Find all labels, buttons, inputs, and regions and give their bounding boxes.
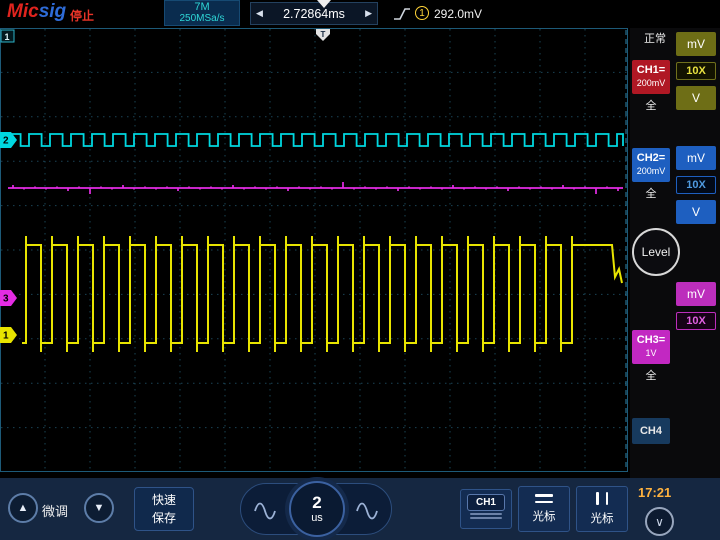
ch2-channel-button[interactable]: CH2= 200mV — [632, 148, 670, 182]
ch2-trace — [8, 134, 623, 146]
top-status-bar: Micsig 停止 7M 250MSa/s ◀ 2.72864ms ▶ 1 29… — [0, 0, 720, 28]
ch2-name: CH2= — [637, 152, 665, 165]
trigger-delay-value: 2.72864ms — [283, 7, 345, 21]
graticule — [1, 29, 627, 471]
expand-menu-button[interactable]: ∨ — [645, 507, 674, 536]
delay-left-arrow-icon[interactable]: ◀ — [256, 8, 263, 19]
channel-select-label: CH1 — [467, 494, 505, 511]
ch3-probe-button[interactable]: 10X — [676, 312, 716, 330]
quick-save-label-1: 快速 — [152, 491, 176, 509]
sample-info-button[interactable]: 7M 250MSa/s — [164, 0, 240, 26]
ch3-name: CH3= — [637, 334, 665, 347]
ch3-scale: 1V — [645, 347, 656, 360]
acquisition-status: 停止 — [70, 7, 94, 24]
ch3-channel-button[interactable]: CH3= 1V — [632, 330, 670, 364]
adjust-down-button[interactable]: ▼ — [84, 493, 114, 523]
timebase-unit: us — [311, 512, 323, 524]
ch2-bandwidth-label: 全 — [632, 186, 670, 200]
clock: 17:21 — [638, 485, 671, 500]
timebase-dial[interactable]: 2 us — [289, 481, 345, 537]
sample-rate-value: 250MSa/s — [179, 13, 224, 25]
vertical-cursor-button[interactable]: 光标 — [576, 486, 628, 532]
ch3-bandwidth-label: 全 — [632, 368, 670, 382]
vertical-cursors-icon — [596, 492, 608, 505]
channel-ground-marker-label: 2 — [3, 136, 9, 147]
ch2-volt-button[interactable]: V — [676, 200, 716, 224]
ch1-unit-button[interactable]: mV — [676, 32, 716, 56]
quick-save-label-2: 保存 — [152, 509, 176, 527]
trigger-position-marker-icon[interactable] — [317, 0, 331, 8]
channel-ground-marker-label: 1 — [3, 331, 9, 342]
quick-save-button[interactable]: 快速 保存 — [134, 487, 194, 531]
trigger-slope-icon — [392, 5, 412, 23]
ch1-channel-button[interactable]: CH1= 200mV — [632, 60, 670, 94]
trigger-level-value[interactable]: 292.0mV — [434, 7, 482, 21]
trigger-level-button[interactable]: Level — [632, 228, 680, 276]
stack-layer-icon — [470, 517, 502, 519]
channel-select-button[interactable]: CH1 — [460, 489, 512, 529]
ch2-scale: 200mV — [637, 165, 666, 178]
ch2-unit-button[interactable]: mV — [676, 146, 716, 170]
trigger-mode-label[interactable]: 正常 — [636, 30, 674, 46]
micsig-logo: Micsig — [7, 1, 66, 23]
delay-right-arrow-icon[interactable]: ▶ — [365, 8, 372, 19]
sine-wave-icon[interactable] — [254, 498, 276, 524]
sine-wave-icon[interactable] — [356, 498, 378, 524]
right-control-panel: 正常 mV 10X V CH1= 200mV 全 mV 10X V CH2= 2… — [630, 28, 720, 478]
oscilloscope-screen: Micsig 停止 7M 250MSa/s ◀ 2.72864ms ▶ 1 29… — [0, 0, 720, 540]
timebase-control[interactable]: 2 us — [240, 483, 392, 535]
ch1-trace — [22, 236, 622, 352]
horizontal-cursor-button[interactable]: 光标 — [518, 486, 570, 532]
logo-text-red: Mic — [7, 1, 39, 22]
bottom-toolbar: ▲ 微调 ▼ 快速 保存 2 us CH1 光标 光标 17: — [0, 478, 720, 540]
memory-depth-value: 7M — [194, 1, 209, 13]
vertical-cursor-label: 光标 — [591, 510, 614, 526]
ch4-channel-button[interactable]: CH4 — [632, 418, 670, 444]
trigger-delay-control[interactable]: ◀ 2.72864ms ▶ — [250, 2, 378, 25]
logo-text-blue: sig — [39, 1, 66, 22]
ch1-scale: 200mV — [637, 77, 666, 90]
trigger-time-marker-label: T — [321, 30, 326, 39]
fine-tune-label: 微调 — [42, 501, 68, 520]
waveform-display[interactable]: 2 3 1 1 T — [0, 28, 630, 478]
stack-layer-icon — [470, 513, 502, 515]
trigger-source-badge: 1 — [415, 6, 429, 20]
ch1-volt-button[interactable]: V — [676, 86, 716, 110]
channel-ground-marker-label: 3 — [3, 294, 9, 305]
waveform-area[interactable]: 2 3 1 1 T — [0, 28, 630, 478]
horizontal-cursors-icon — [535, 494, 553, 503]
horizontal-cursor-label: 光标 — [533, 508, 556, 524]
top-left-channel-tag-label: 1 — [5, 32, 10, 42]
ch3-unit-button[interactable]: mV — [676, 282, 716, 306]
timebase-value: 2 — [312, 494, 321, 512]
ch1-probe-button[interactable]: 10X — [676, 62, 716, 80]
adjust-up-button[interactable]: ▲ — [8, 493, 38, 523]
ch1-name: CH1= — [637, 64, 665, 77]
ch2-probe-button[interactable]: 10X — [676, 176, 716, 194]
ch1-bandwidth-label: 全 — [632, 98, 670, 112]
